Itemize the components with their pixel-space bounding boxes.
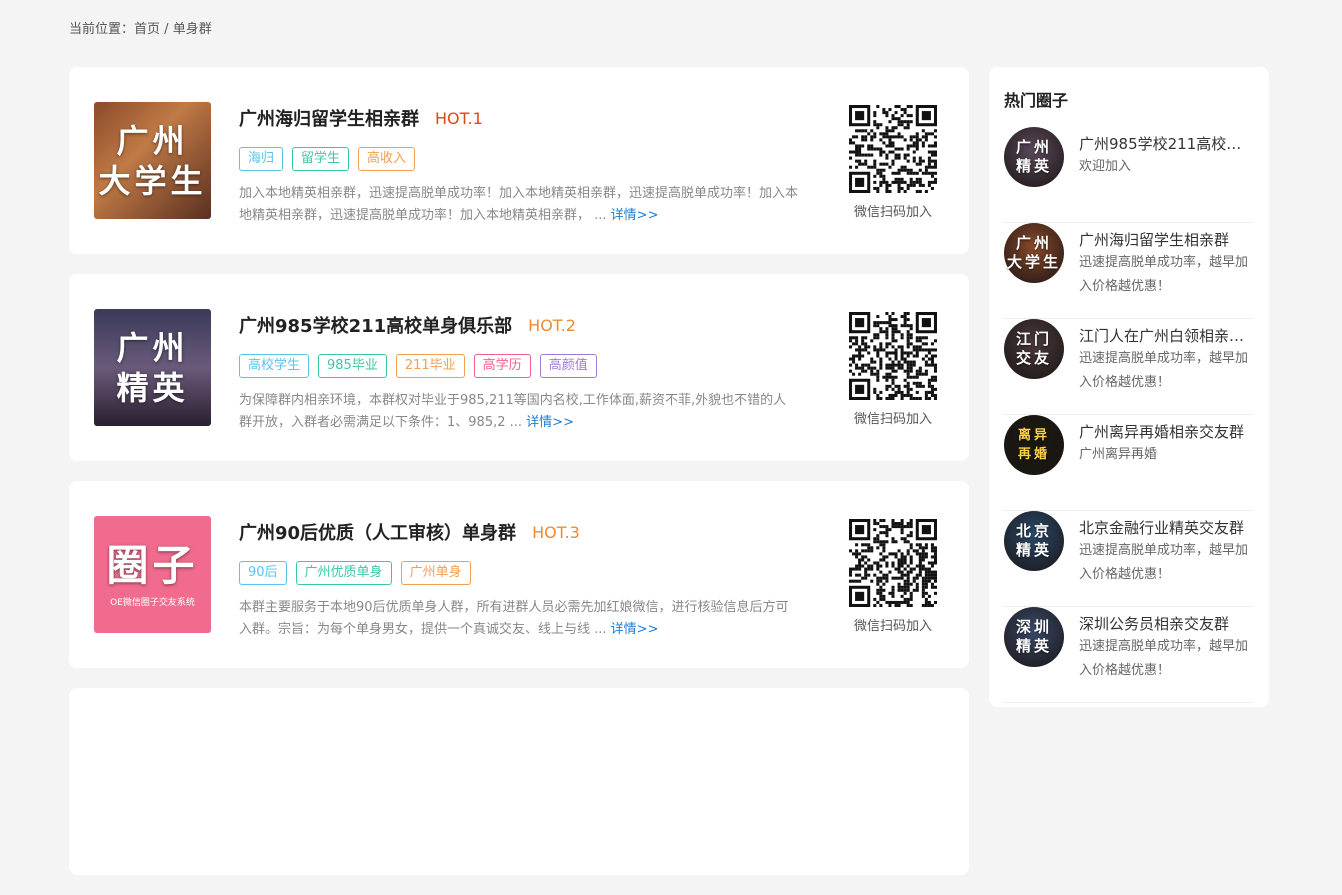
tag: 90后 <box>239 561 287 585</box>
group-description: 为保障群内相亲环境，本群权对毕业于985,211等国内名校,工作体面,薪资不菲,… <box>239 390 799 434</box>
group-thumbnail[interactable]: 圈子 OE微信圈子交友系统 <box>94 516 211 633</box>
tag-list: 90后 广州优质单身 广州单身 <box>239 561 799 585</box>
description-text: 为保障群内相亲环境，本群权对毕业于985,211等国内名校,工作体面,薪资不菲,… <box>239 393 787 430</box>
avatar-text: 大学生 <box>1006 253 1061 271</box>
qr-block: 微信扫码加入 <box>849 312 937 427</box>
qr-label: 微信扫码加入 <box>853 205 932 220</box>
qr-code-icon[interactable] <box>849 312 937 400</box>
avatar-text: 精英 <box>1015 157 1052 175</box>
avatar-text: 广州 <box>1015 138 1052 156</box>
circle-name[interactable]: 北京金融行业精英交友群 <box>1079 517 1254 538</box>
tag-list: 海归 留学生 高收入 <box>239 147 799 171</box>
thumbnail-text-line: 广州 <box>116 328 189 367</box>
breadcrumb-home-link[interactable]: 首页 <box>134 22 160 37</box>
group-title[interactable]: 广州985学校211高校单身俱乐部 <box>239 312 512 338</box>
circle-description: 迅速提高脱单成功率，越早加入价格越优惠！ <box>1079 639 1249 678</box>
qr-code-icon[interactable] <box>849 105 937 193</box>
thumbnail-text-line: 圈子 <box>106 541 199 590</box>
tag: 211毕业 <box>395 354 465 378</box>
circle-name[interactable]: 深圳公务员相亲交友群 <box>1079 613 1254 634</box>
tag: 广州单身 <box>400 561 471 585</box>
details-link[interactable]: 详情>> <box>526 415 574 430</box>
group-title[interactable]: 广州90后优质（人工审核）单身群 <box>239 519 516 545</box>
avatar-text: 离异 <box>1017 428 1050 443</box>
circle-name[interactable]: 广州985学校211高校单身俱乐部 <box>1079 133 1254 154</box>
qr-code-icon[interactable] <box>849 519 937 607</box>
hot-circles-sidebar: 热门圈子 广州精英 广州985学校211高校单身俱乐部 欢迎加入 广州大学生 广… <box>989 67 1269 707</box>
sidebar-item[interactable]: 离异再婚 广州离异再婚相亲交友群 广州离异再婚 <box>1004 415 1254 511</box>
qr-label: 微信扫码加入 <box>853 619 932 634</box>
circle-avatar[interactable]: 离异 再婚 <box>1004 415 1064 475</box>
circle-description: 迅速提高脱单成功率，越早加入价格越优惠！ <box>1079 351 1249 390</box>
group-description: 加入本地精英相亲群，迅速提高脱单成功率！加入本地精英相亲群，迅速提高脱单成功率！… <box>239 183 799 227</box>
group-list: 广州 大学生 广州海归留学生相亲群 HOT.1 海归 留学生 高收入 加入本地精… <box>69 67 969 895</box>
circle-description: 迅速提高脱单成功率，越早加入价格越优惠！ <box>1079 255 1249 294</box>
hot-rank: HOT.2 <box>528 315 576 335</box>
thumbnail-subtext: OE微信圈子交友系统 <box>110 598 195 608</box>
description-text: 加入本地精英相亲群，迅速提高脱单成功率！加入本地精英相亲群，迅速提高脱单成功率！… <box>239 186 799 223</box>
tag: 广州优质单身 <box>295 561 392 585</box>
group-description: 本群主要服务于本地90后优质单身人群，所有进群人员必需先加红娘微信，进行核验信息… <box>239 597 799 641</box>
tag: 高校学生 <box>239 354 310 378</box>
avatar-text: 北京 <box>1015 522 1052 540</box>
avatar-text: 再婚 <box>1017 447 1050 462</box>
group-title[interactable]: 广州海归留学生相亲群 <box>239 105 419 131</box>
tag: 高学历 <box>473 354 531 378</box>
circle-avatar[interactable]: 北京 精英 <box>1004 511 1064 571</box>
hot-rank: HOT.1 <box>435 108 483 128</box>
thumbnail-text-line: 大学生 <box>98 161 207 200</box>
group-thumbnail[interactable]: 广州 大学生 <box>94 102 211 219</box>
sidebar-item[interactable]: 广州 大学生 广州海归留学生相亲群 迅速提高脱单成功率，越早加入价格越优惠！ <box>1004 223 1254 319</box>
group-thumbnail[interactable]: 广州 精英 <box>94 309 211 426</box>
circle-name[interactable]: 广州离异再婚相亲交友群 <box>1079 421 1254 442</box>
breadcrumb: 当前位置：首页 / 单身群 <box>69 18 212 37</box>
group-card[interactable] <box>69 688 969 875</box>
circle-description: 迅速提高脱单成功率，越早加入价格越优惠！ <box>1079 543 1249 582</box>
avatar-text: 广州 <box>1015 234 1052 252</box>
circle-name[interactable]: 江门人在广州白领相亲交友群 <box>1079 325 1254 346</box>
qr-label: 微信扫码加入 <box>853 412 932 427</box>
circle-avatar[interactable]: 江门 交友 <box>1004 319 1064 379</box>
breadcrumb-separator: / <box>164 22 169 37</box>
group-card[interactable]: 广州 精英 广州985学校211高校单身俱乐部 HOT.2 高校学生 985毕业… <box>69 274 969 461</box>
breadcrumb-label: 当前位置： <box>69 22 135 37</box>
hot-rank: HOT.3 <box>532 522 580 542</box>
avatar-text: 交友 <box>1015 349 1052 367</box>
tag-list: 高校学生 985毕业 211毕业 高学历 高颜值 <box>239 354 799 378</box>
circle-avatar[interactable]: 广州 大学生 <box>1004 223 1064 283</box>
group-card[interactable]: 广州 大学生 广州海归留学生相亲群 HOT.1 海归 留学生 高收入 加入本地精… <box>69 67 969 254</box>
divider <box>1004 702 1254 703</box>
qr-block: 微信扫码加入 <box>849 105 937 220</box>
sidebar-item[interactable]: 深圳 精英 深圳公务员相亲交友群 迅速提高脱单成功率，越早加入价格越优惠！ <box>1004 607 1254 703</box>
sidebar-item[interactable]: 广州精英 广州985学校211高校单身俱乐部 欢迎加入 <box>1004 127 1254 223</box>
details-link[interactable]: 详情>> <box>611 622 659 637</box>
tag: 留学生 <box>292 147 350 171</box>
circle-description: 欢迎加入 <box>1079 159 1132 174</box>
circle-description: 广州离异再婚 <box>1079 447 1158 462</box>
tag: 海归 <box>239 147 284 171</box>
tag: 高颜值 <box>539 354 597 378</box>
sidebar-item[interactable]: 江门交友 江门人在广州白领相亲交友群 迅速提高脱单成功率，越早加入价格越优惠！ <box>1004 319 1254 415</box>
qr-block: 微信扫码加入 <box>849 519 937 634</box>
description-text: 本群主要服务于本地90后优质单身人群，所有进群人员必需先加红娘微信，进行核验信息… <box>239 600 789 637</box>
circle-avatar[interactable]: 广州 精英 <box>1004 127 1064 187</box>
thumbnail-text-line: 广州 <box>116 121 189 160</box>
group-card[interactable]: 圈子 OE微信圈子交友系统 广州90后优质（人工审核）单身群 HOT.3 90后… <box>69 481 969 668</box>
avatar-text: 江门 <box>1015 330 1052 348</box>
avatar-text: 精英 <box>1015 637 1052 655</box>
circle-avatar[interactable]: 深圳 精英 <box>1004 607 1064 667</box>
sidebar-title: 热门圈子 <box>1004 91 1069 110</box>
circle-name[interactable]: 广州海归留学生相亲群 <box>1079 229 1254 250</box>
breadcrumb-current: 单身群 <box>172 22 212 37</box>
avatar-text: 深圳 <box>1015 618 1052 636</box>
sidebar-item[interactable]: 北京 精英 北京金融行业精英交友群 迅速提高脱单成功率，越早加入价格越优惠！ <box>1004 511 1254 607</box>
tag: 高收入 <box>358 147 416 171</box>
details-link[interactable]: 详情>> <box>611 208 659 223</box>
tag: 985毕业 <box>318 354 387 378</box>
avatar-text: 精英 <box>1015 541 1052 559</box>
thumbnail-text-line: 精英 <box>116 368 189 407</box>
